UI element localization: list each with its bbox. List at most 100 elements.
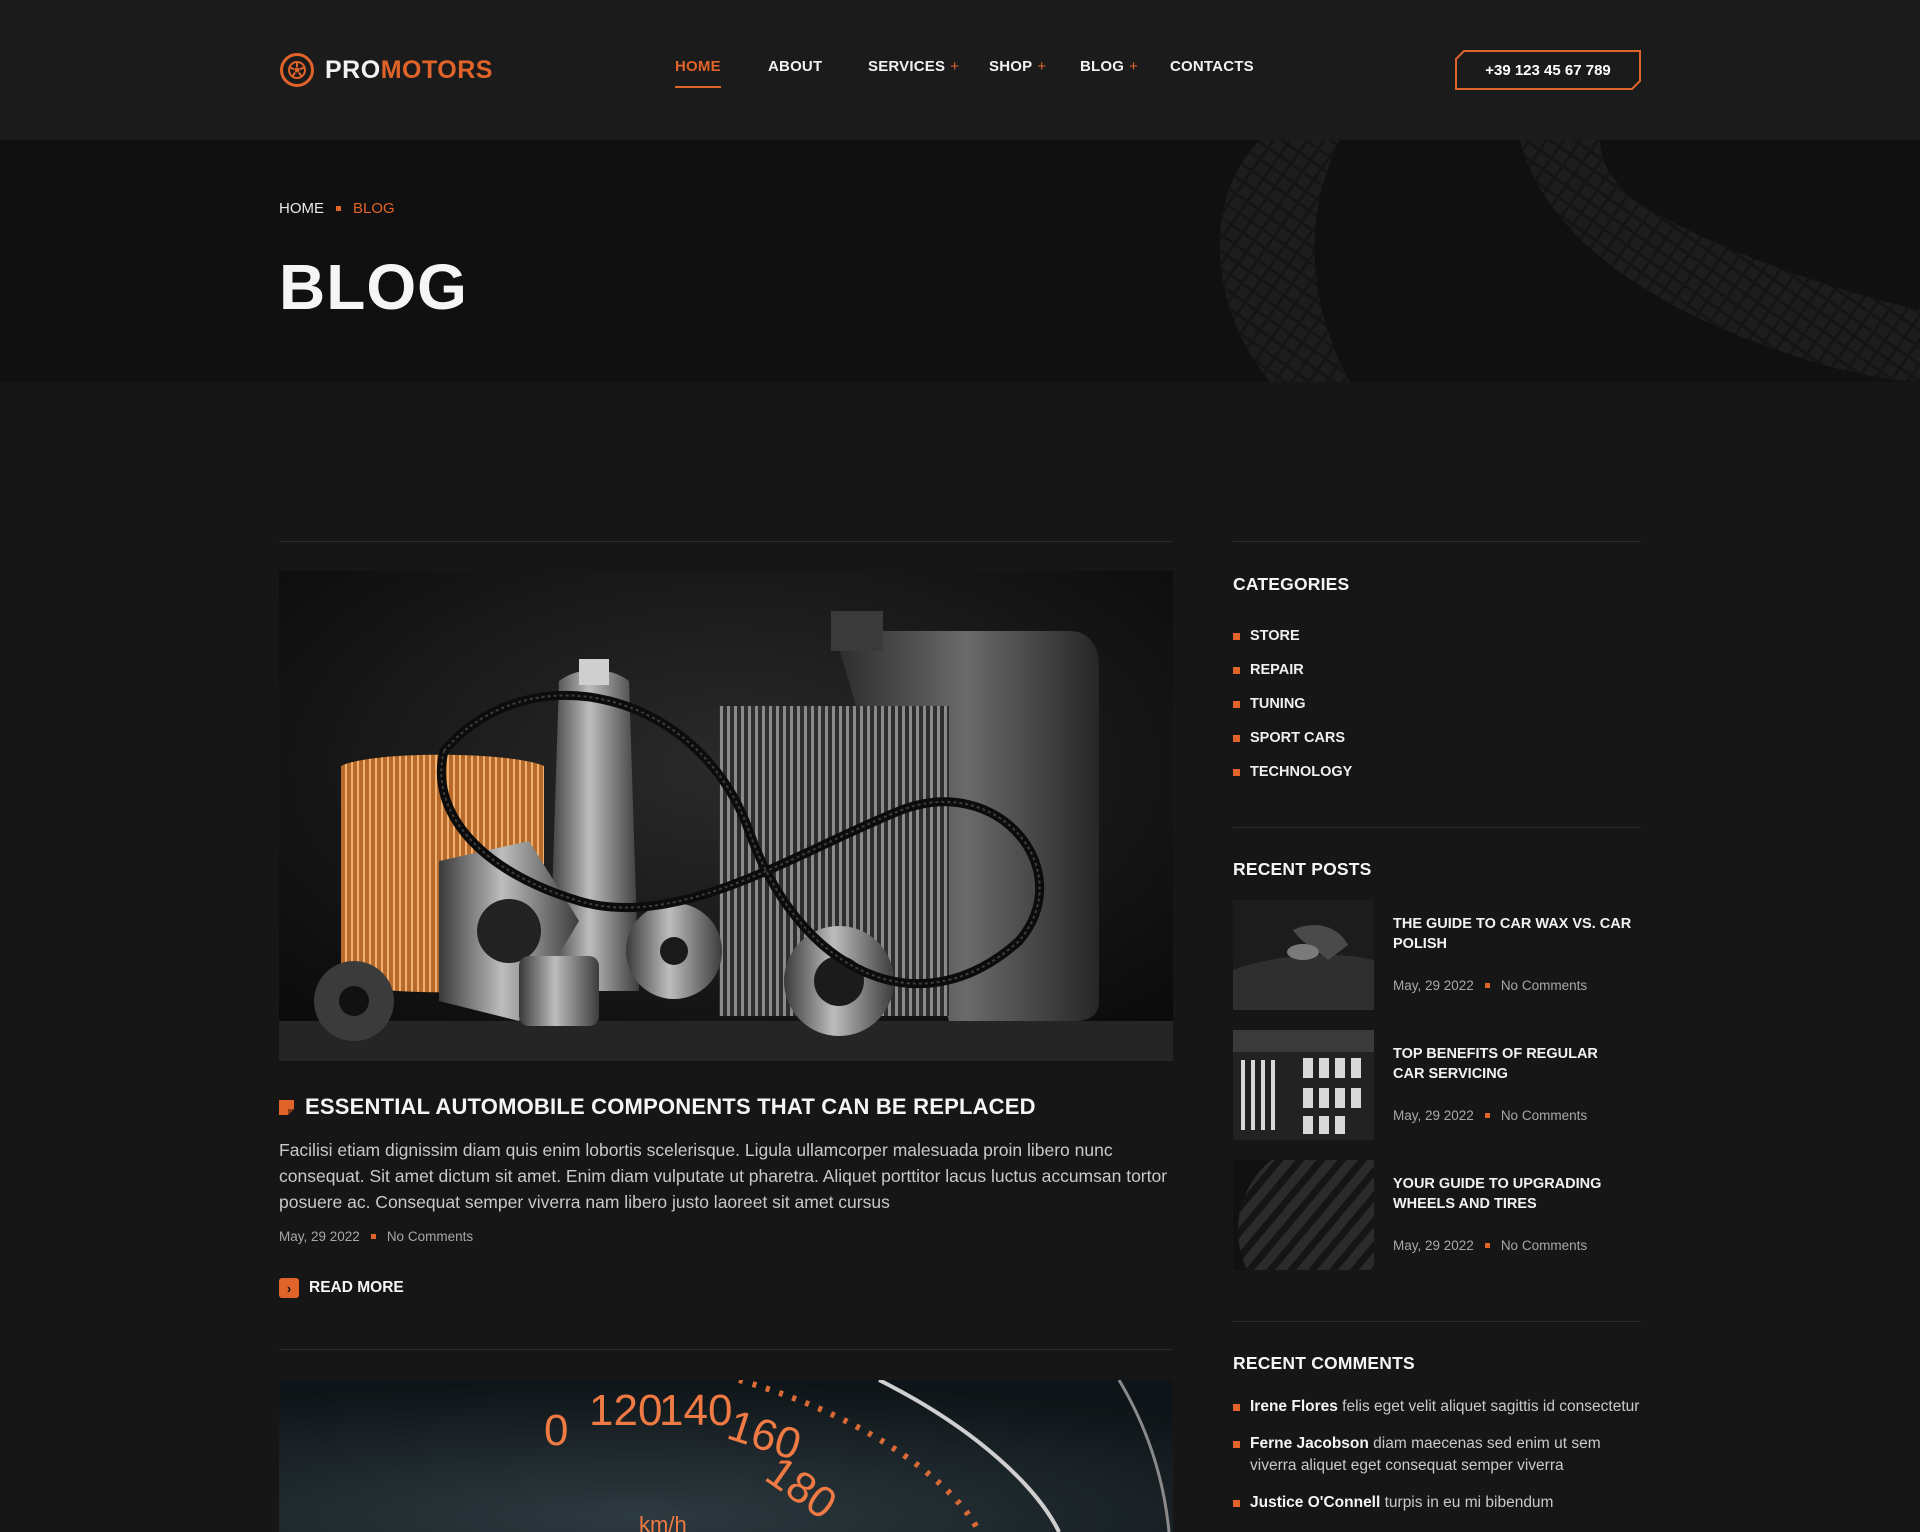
phone-number: +39 123 45 67 789: [1485, 61, 1611, 79]
page-title: BLOG: [279, 251, 468, 323]
recent-post-date: May, 29 2022: [1393, 1108, 1474, 1123]
divider: [279, 541, 1173, 542]
divider: [1233, 541, 1641, 542]
comment-text[interactable]: felis eget velit aliquet sagittis id con…: [1338, 1398, 1639, 1415]
post-title-text: ESSENTIAL AUTOMOBILE COMPONENTS THAT CAN…: [305, 1094, 1036, 1119]
categories-heading: CATEGORIES: [1233, 574, 1350, 594]
recent-post-item[interactable]: THE GUIDE TO CAR WAX VS. CAR POLISH May,…: [1233, 900, 1643, 1010]
chevron-right-icon: ›: [279, 1278, 299, 1298]
bullet-icon: [1233, 734, 1240, 742]
nav-shop-label: SHOP: [989, 58, 1033, 75]
category-label: REPAIR: [1250, 662, 1304, 678]
nav-shop[interactable]: SHOP +: [989, 58, 1046, 75]
nav-home[interactable]: HOME: [675, 58, 721, 88]
bullet-icon: [1233, 700, 1240, 708]
post-excerpt: Facilisi etiam dignissim diam quis enim …: [279, 1140, 1168, 1212]
speedo-label-120: 120: [589, 1386, 662, 1435]
recent-post-comments: No Comments: [1500, 1238, 1588, 1253]
category-item[interactable]: REPAIR: [1233, 653, 1352, 687]
category-item[interactable]: SPORT CARS: [1233, 721, 1352, 755]
recent-comments-list: Irene Flores felis eget velit aliquet sa…: [1233, 1396, 1643, 1529]
category-item[interactable]: TUNING: [1233, 687, 1352, 721]
category-label: TUNING: [1250, 696, 1306, 712]
nav-blog[interactable]: BLOG +: [1080, 58, 1138, 75]
bullet-icon: [1233, 768, 1240, 776]
recent-post-meta: May, 29 2022 No Comments: [1393, 978, 1587, 993]
comment-author[interactable]: Irene Flores: [1250, 1398, 1338, 1415]
recent-post-title[interactable]: TOP BENEFITS OF REGULAR CAR SERVICING: [1393, 1044, 1633, 1084]
recent-post-thumbnail: [1233, 1030, 1374, 1140]
recent-post-comments: No Comments: [1500, 1108, 1588, 1123]
category-item[interactable]: STORE: [1233, 619, 1352, 653]
nav-services-label: SERVICES: [868, 58, 946, 75]
comment-author[interactable]: Justice O'Connell: [1250, 1494, 1380, 1511]
post-image[interactable]: [279, 571, 1173, 1061]
bullet-icon: [1233, 632, 1240, 640]
comment-text[interactable]: turpis in eu mi bibendum: [1380, 1494, 1554, 1511]
breadcrumb-current: BLOG: [353, 200, 395, 217]
divider: [279, 1349, 1173, 1350]
bullet-icon: [1233, 666, 1240, 674]
meta-separator: [1484, 1243, 1490, 1248]
breadcrumb-separator: [336, 206, 341, 211]
bullet-icon: [1233, 1500, 1240, 1507]
meta-separator: [370, 1234, 376, 1239]
recent-post-thumbnail: [1233, 900, 1374, 1010]
categories-list: STORE REPAIR TUNING SPORT CARS TECHNOLOG…: [1233, 619, 1352, 789]
nav-about[interactable]: ABOUT: [768, 58, 822, 75]
recent-post-comments: No Comments: [1500, 978, 1588, 993]
speedometer-image: 0 120 140 160 180 km/h: [279, 1380, 1173, 1532]
recent-post-thumbnail: [1233, 1160, 1374, 1270]
breadcrumb-home[interactable]: HOME: [279, 200, 324, 217]
post-image-2[interactable]: 0 120 140 160 180 km/h: [279, 1380, 1173, 1532]
category-label: SPORT CARS: [1250, 730, 1346, 746]
meta-separator: [1484, 983, 1490, 988]
recent-comments-heading: RECENT COMMENTS: [1233, 1353, 1415, 1373]
category-item[interactable]: TECHNOLOGY: [1233, 755, 1352, 789]
meta-separator: [1484, 1113, 1490, 1118]
read-more-label: READ MORE: [309, 1279, 404, 1296]
site-header: PROMOTORS HOME ABOUT SERVICES + SHOP + BLO…: [0, 0, 1920, 140]
auto-parts-image: [279, 571, 1173, 1061]
nav-services[interactable]: SERVICES +: [868, 58, 959, 75]
nav-blog-label: BLOG: [1080, 58, 1125, 75]
bullet-icon: [1233, 1441, 1240, 1448]
recent-post-date: May, 29 2022: [1393, 978, 1474, 993]
post-title[interactable]: ESSENTIAL AUTOMOBILE COMPONENTS THAT CAN…: [279, 1094, 1036, 1120]
speedo-label-140: 140: [659, 1386, 732, 1435]
tire-image: [1233, 1160, 1374, 1270]
tools-image: [1233, 1030, 1374, 1140]
plus-icon: +: [1037, 58, 1047, 75]
category-label: TECHNOLOGY: [1250, 764, 1353, 780]
speedo-label-0: 0: [544, 1406, 568, 1455]
recent-post-meta: May, 29 2022 No Comments: [1393, 1238, 1587, 1253]
recent-comment-item: Ferne Jacobson diam maecenas sed enim ut…: [1233, 1433, 1643, 1477]
recent-post-item[interactable]: YOUR GUIDE TO UPGRADING WHEELS AND TIRES…: [1233, 1160, 1643, 1270]
post-meta: May, 29 2022 No Comments: [279, 1229, 473, 1244]
read-more-link[interactable]: › READ MORE: [279, 1278, 404, 1298]
post-comments[interactable]: No Comments: [387, 1229, 473, 1244]
recent-comment-item: Irene Flores felis eget velit aliquet sa…: [1233, 1396, 1643, 1418]
recent-post-title[interactable]: YOUR GUIDE TO UPGRADING WHEELS AND TIRES: [1393, 1174, 1633, 1214]
bullet-icon: [1233, 1404, 1240, 1411]
plus-icon: +: [950, 58, 960, 75]
page-hero: HOME BLOG BLOG: [0, 140, 1920, 382]
recent-post-date: May, 29 2022: [1393, 1238, 1474, 1253]
recent-posts-heading: RECENT POSTS: [1233, 859, 1372, 879]
speedo-unit: km/h: [639, 1512, 687, 1532]
category-label: STORE: [1250, 628, 1300, 644]
recent-post-item[interactable]: TOP BENEFITS OF REGULAR CAR SERVICING Ma…: [1233, 1030, 1643, 1140]
post-date[interactable]: May, 29 2022: [279, 1229, 360, 1244]
plus-icon: +: [1129, 58, 1139, 75]
recent-post-title[interactable]: THE GUIDE TO CAR WAX VS. CAR POLISH: [1393, 914, 1633, 954]
divider: [1233, 827, 1641, 828]
phone-button[interactable]: +39 123 45 67 789: [1455, 50, 1641, 90]
nav-contacts[interactable]: CONTACTS: [1170, 58, 1254, 75]
recent-post-meta: May, 29 2022 No Comments: [1393, 1108, 1587, 1123]
post-format-icon: [279, 1099, 294, 1115]
recent-comment-item: Justice O'Connell turpis in eu mi bibend…: [1233, 1492, 1643, 1514]
comment-author[interactable]: Ferne Jacobson: [1250, 1435, 1369, 1452]
car-polish-image: [1233, 900, 1374, 1010]
divider: [1233, 1321, 1641, 1322]
breadcrumb: HOME BLOG: [279, 200, 395, 217]
